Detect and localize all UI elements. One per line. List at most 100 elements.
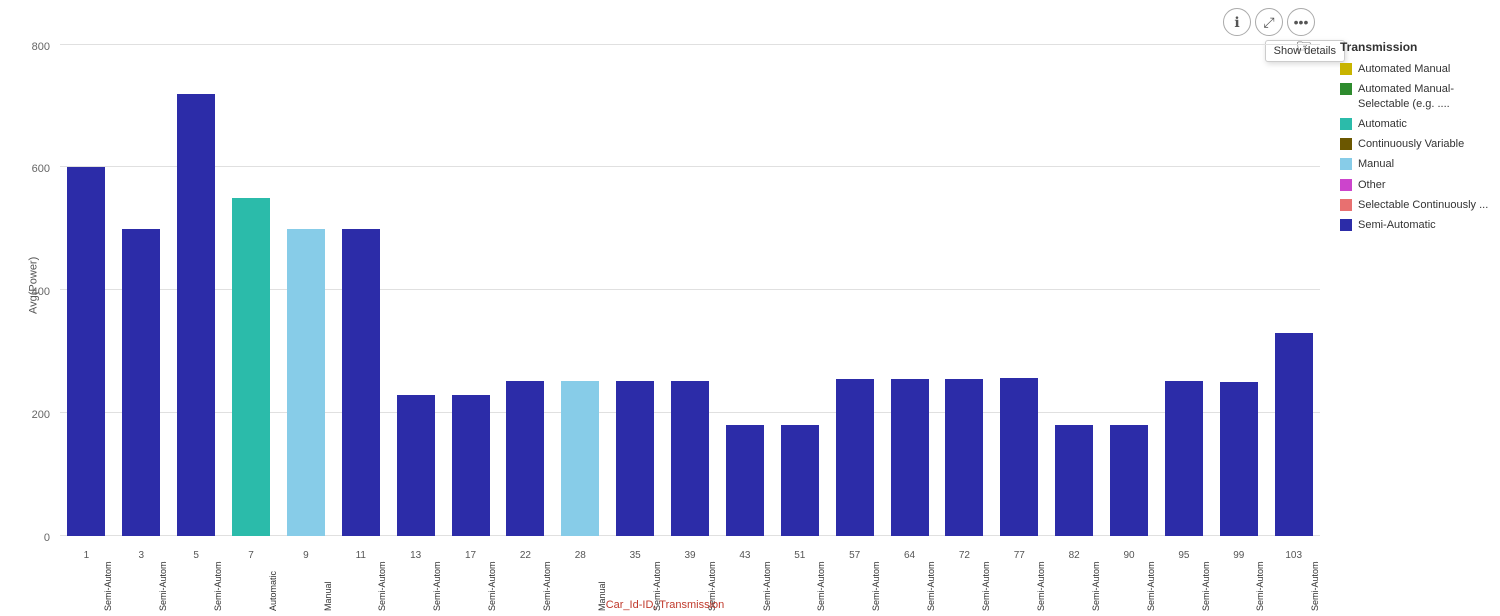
bar[interactable] [616,381,654,536]
bar-group [334,20,387,536]
bar-group [225,20,278,536]
bar-group [719,20,772,536]
legend-label-text: Semi-Automatic [1358,218,1436,232]
x-id-label: 13 [389,550,442,561]
x-type-label: Semi-Automatic [444,561,497,611]
x-id-label: 1 [60,550,113,561]
legend-color-swatch [1340,83,1352,95]
bar[interactable] [945,379,983,536]
y-tick-label: 800 [0,41,50,53]
bar[interactable] [1275,333,1313,536]
bar[interactable] [1110,425,1148,536]
bar[interactable] [342,229,380,536]
legend-color-swatch [1340,158,1352,170]
x-id-label: 82 [1048,550,1101,561]
legend-item: Automated Manual [1340,62,1490,76]
legend-color-swatch [1340,118,1352,130]
bar-group [609,20,662,536]
bar-group [389,20,442,536]
bar[interactable] [452,395,490,536]
legend-item: Semi-Automatic [1340,218,1490,232]
bar-group [1267,20,1320,536]
bar[interactable] [1165,381,1203,536]
x-type-label: Semi-Automatic [115,561,168,611]
bar[interactable] [67,167,105,536]
bar-group [773,20,826,536]
bar[interactable] [1220,382,1258,536]
x-type-label: Semi-Automatic [1212,561,1265,611]
x-id-label: 35 [609,550,662,561]
legend-label-text: Continuously Variable [1358,137,1464,151]
legend-color-swatch [1340,138,1352,150]
x-id-label: 77 [993,550,1046,561]
x-type-label: Automatic [225,561,278,611]
x-id-label: 64 [883,550,936,561]
x-id-label: 5 [170,550,223,561]
bar-group [60,20,113,536]
legend-item: Automatic [1340,117,1490,131]
bar-group [499,20,552,536]
bar-group [1212,20,1265,536]
legend-panel: Transmission Automated ManualAutomated M… [1330,0,1500,616]
bar[interactable] [671,381,709,536]
legend-items: Automated Manual Automated Manual- Select… [1340,62,1490,233]
bar-group [1158,20,1211,536]
x-type-label: Semi-Automatic [334,561,387,611]
x-type-label: Semi-Automatic [719,561,772,611]
x-id-labels: 1357911131722283539435157647277829095991… [60,550,1320,561]
x-id-label: 39 [664,550,717,561]
x-type-label: Semi-Automatic [60,561,113,611]
x-type-label: Semi-Automatic [499,561,552,611]
legend-label-text: Automatic [1358,117,1407,131]
x-id-label: 17 [444,550,497,561]
x-id-label: 90 [1103,550,1156,561]
bar[interactable] [1055,425,1093,536]
y-tick-label: 200 [0,409,50,421]
legend-label-text: Automated Manual [1358,62,1450,76]
y-tick-label: 600 [0,163,50,175]
bar-group [883,20,936,536]
bar[interactable] [561,381,599,536]
x-id-label: 28 [554,550,607,561]
chart-container: ℹ ⤢ ••• Show details ☞ Avg(Power) 020040… [0,0,1500,616]
bar-group [828,20,881,536]
legend-item: Automated Manual- Selectable (e.g. .... [1340,82,1490,111]
bar-group [444,20,497,536]
bar[interactable] [177,94,215,536]
x-type-label: Semi-Automatic [389,561,442,611]
x-type-label: Semi-Automatic [1048,561,1101,611]
x-type-label: Semi-Automatic [1158,561,1211,611]
x-id-label: 9 [280,550,333,561]
x-type-label: Semi-Automatic [1103,561,1156,611]
x-type-label: Semi-Automatic [170,561,223,611]
bar[interactable] [287,229,325,536]
y-tick-label: 400 [0,286,50,298]
x-id-label: 103 [1267,550,1320,561]
x-type-label: Semi-Automatic [828,561,881,611]
bar[interactable] [836,379,874,536]
bar[interactable] [1000,378,1038,536]
bar-group [280,20,333,536]
bar[interactable] [891,379,929,536]
bar[interactable] [397,395,435,536]
x-id-label: 22 [499,550,552,561]
x-id-label: 57 [828,550,881,561]
bar[interactable] [506,381,544,536]
legend-color-swatch [1340,63,1352,75]
x-id-label: 7 [225,550,278,561]
x-id-label: 99 [1212,550,1265,561]
legend-item: Selectable Continuously ... [1340,198,1490,212]
bar-group [115,20,168,536]
legend-color-swatch [1340,219,1352,231]
bar[interactable] [726,425,764,536]
bar-group [1103,20,1156,536]
bar[interactable] [781,425,819,536]
legend-item: Continuously Variable [1340,137,1490,151]
bar[interactable] [122,229,160,536]
chart-area: Avg(Power) 0200400600800 135791113172228… [0,0,1330,616]
legend-item: Manual [1340,157,1490,171]
legend-color-swatch [1340,179,1352,191]
legend-color-swatch [1340,199,1352,211]
bar[interactable] [232,198,270,536]
legend-title: Transmission [1340,40,1490,54]
